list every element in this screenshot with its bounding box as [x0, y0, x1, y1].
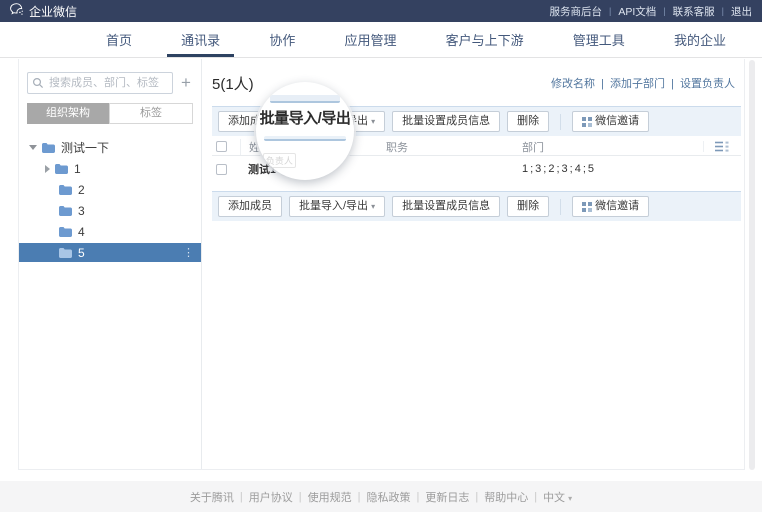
tree-item-2[interactable]: 2 [19, 180, 201, 199]
tree-item-label: 3 [78, 203, 85, 218]
folder-icon [55, 163, 68, 174]
footer-link-help[interactable]: 帮助中心 [484, 489, 528, 505]
topbar-separator: | [663, 6, 666, 16]
org-tree: 测试一下 1 2 3 4 5 ⋮ [19, 138, 201, 262]
content-panel: + 组织架构 标签 测试一下 1 [18, 59, 745, 470]
row-checkbox[interactable] [216, 163, 227, 175]
loupe-enlarged-label: 批量导入/导出 [259, 110, 351, 128]
add-department-button[interactable]: + [178, 74, 194, 91]
topbar-separator: | [721, 6, 724, 16]
tab-labels[interactable]: 标签 [109, 103, 193, 124]
link-logout[interactable]: 退出 [731, 4, 752, 19]
header-actions: 修改名称 | 添加子部门 | 设置负责人 [551, 78, 735, 90]
search-icon [32, 76, 44, 94]
column-settings-icon[interactable] [703, 141, 741, 152]
tree-item-label: 2 [78, 182, 85, 197]
footer-link-rules[interactable]: 使用规范 [308, 489, 352, 505]
add-subdepartment-link[interactable]: 添加子部门 [610, 78, 665, 90]
toolbar-divider [560, 113, 562, 130]
select-all-checkbox[interactable] [216, 141, 227, 152]
qr-grid-icon [582, 201, 593, 212]
loupe-faded-badge: 负责人 [262, 152, 296, 168]
qr-grid-icon [582, 116, 593, 127]
folder-icon [59, 226, 72, 237]
search-row: + [19, 72, 201, 94]
tab-contacts[interactable]: 通讯录 [167, 22, 235, 57]
toolbar-bottom: 添加成员 批量导入/导出 ▾ 批量设置成员信息 删除 微信邀请 [212, 191, 741, 221]
batch-set-info-button[interactable]: 批量设置成员信息 [392, 196, 501, 217]
brand-label: 企业微信 [29, 4, 78, 19]
add-member-button[interactable]: 添加成员 [218, 196, 282, 217]
tab-admin-tools[interactable]: 管理工具 [559, 22, 639, 57]
delete-button[interactable]: 删除 [507, 111, 550, 132]
topbar-links: 服务商后台 | API文档 | 联系客服 | 退出 [550, 4, 752, 19]
footer-link-about[interactable]: 关于腾讯 [190, 489, 234, 505]
search-input[interactable] [27, 72, 173, 94]
folder-icon [59, 247, 72, 258]
brand: 企业微信 [10, 3, 77, 20]
kebab-menu-icon[interactable]: ⋮ [183, 246, 194, 259]
batch-import-export-button[interactable]: 批量导入/导出 ▾ [289, 196, 386, 217]
chevron-down-icon: ▾ [371, 117, 376, 126]
sidebar: + 组织架构 标签 测试一下 1 [19, 59, 202, 469]
search-box [27, 72, 173, 94]
folder-icon [59, 205, 72, 216]
link-api-docs[interactable]: API文档 [618, 4, 656, 19]
tree-item-1[interactable]: 1 [19, 159, 201, 178]
language-selector[interactable]: 中文 ▾ [543, 489, 572, 505]
chevron-down-icon: ▾ [568, 493, 573, 503]
link-provider-console[interactable]: 服务商后台 [550, 4, 603, 19]
footer: 关于腾讯 | 用户协议 | 使用规范 | 隐私政策 | 更新日志 | 帮助中心 … [0, 481, 762, 512]
page-title: 5(1人) [212, 75, 254, 93]
delete-button[interactable]: 删除 [507, 196, 550, 217]
rename-link[interactable]: 修改名称 [551, 78, 595, 90]
tree-item-5[interactable]: 5 ⋮ [19, 243, 201, 262]
magnifier-loupe-annotation: 批量导入/导出 负责人 [256, 82, 354, 180]
column-title: 职务 [386, 141, 408, 154]
caret-down-icon[interactable] [29, 145, 37, 150]
chevron-down-icon: ▾ [371, 202, 376, 211]
footer-link-agreement[interactable]: 用户协议 [249, 489, 293, 505]
tree-item-4[interactable]: 4 [19, 222, 201, 241]
tab-app-management[interactable]: 应用管理 [330, 22, 410, 57]
tree-item-root[interactable]: 测试一下 [19, 138, 201, 157]
loupe-enlarged-edge [263, 135, 347, 141]
main-nav: 首页 通讯录 协作 应用管理 客户与上下游 管理工具 我的企业 [0, 22, 762, 58]
page-scrollbar[interactable] [749, 60, 755, 470]
topbar: 企业微信 服务商后台 | API文档 | 联系客服 | 退出 [0, 0, 762, 22]
folder-icon [42, 142, 55, 153]
tree-item-label: 1 [74, 161, 81, 176]
tree-item-label: 4 [78, 224, 85, 239]
topbar-separator: | [609, 6, 612, 16]
toolbar-divider [560, 198, 562, 215]
caret-right-icon[interactable] [45, 164, 50, 173]
tab-org-structure[interactable]: 组织架构 [27, 103, 109, 124]
wechat-invite-button[interactable]: 微信邀请 [572, 196, 650, 217]
tab-collaboration[interactable]: 协作 [255, 22, 309, 57]
tab-customers[interactable]: 客户与上下游 [432, 22, 538, 57]
tree-item-3[interactable]: 3 [19, 201, 201, 220]
tab-home[interactable]: 首页 [92, 22, 146, 57]
batch-set-info-button[interactable]: 批量设置成员信息 [392, 111, 501, 132]
tab-my-company[interactable]: 我的企业 [660, 22, 740, 57]
wechat-invite-button[interactable]: 微信邀请 [572, 111, 650, 132]
tree-item-label: 测试一下 [61, 141, 110, 155]
column-department: 部门 [522, 141, 544, 154]
member-department: 1;3;2;3;4;5 [522, 163, 596, 175]
set-leader-link[interactable]: 设置负责人 [680, 78, 735, 90]
footer-link-changelog[interactable]: 更新日志 [425, 489, 469, 505]
wecom-logo-icon [10, 3, 24, 19]
loupe-enlarged-edge [269, 94, 341, 103]
wecom-admin-screen: 企业微信 服务商后台 | API文档 | 联系客服 | 退出 首页 通讯录 协作… [0, 0, 762, 512]
folder-icon [59, 184, 72, 195]
footer-link-privacy[interactable]: 隐私政策 [366, 489, 410, 505]
link-contact-support[interactable]: 联系客服 [673, 4, 715, 19]
tree-item-label: 5 [78, 245, 85, 260]
sidebar-tabs: 组织架构 标签 [27, 103, 193, 124]
